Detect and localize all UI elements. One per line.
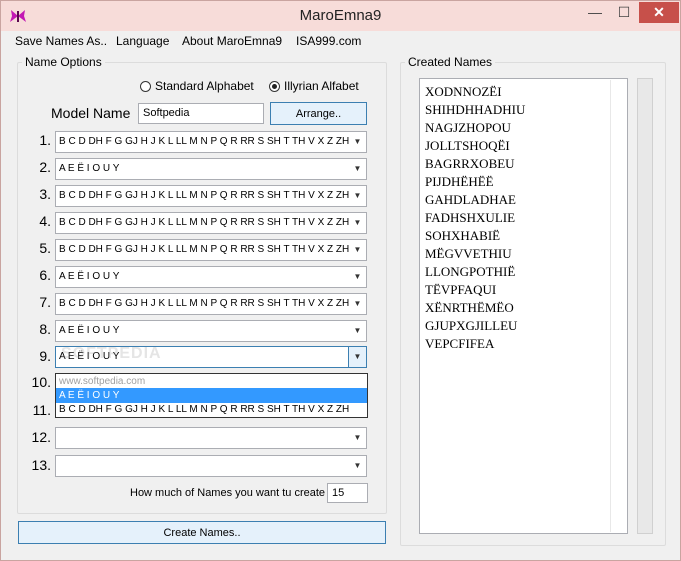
list-item[interactable]: GJUPXGJILLEU [425,318,517,334]
arrange-button[interactable]: Arrange.. [270,102,367,125]
model-name-input[interactable]: Softpedia [138,103,264,124]
chevron-down-icon[interactable]: ▼ [349,428,366,448]
dropdown-list: www.softpedia.com A E Ë I O U Y B C D DH… [55,373,368,418]
letter-set-combo[interactable]: B C D DH F G GJ H J K L LL M N P Q R RR … [55,212,367,234]
list-item[interactable]: FADHSHXULIE [425,210,515,226]
chevron-down-icon[interactable]: ▼ [348,347,366,367]
row-number: 13. [31,457,51,473]
chevron-down-icon[interactable]: ▼ [349,267,366,287]
chevron-down-icon[interactable]: ▼ [349,186,366,206]
dropdown-option-consonants[interactable]: B C D DH F G GJ H J K L LL M N P Q R RR … [56,402,367,417]
list-item[interactable]: PIJDHËHËË [425,174,494,190]
radio-checked-icon [269,80,280,92]
radio-standard-label: Standard Alphabet [155,79,254,93]
row-number: 1. [39,132,51,148]
row-number: 6. [39,267,51,283]
letter-set-combo[interactable]: B C D DH F G GJ H J K L LL M N P Q R RR … [55,239,367,261]
menu-bar: Save Names As.. Language About MaroEmna9… [1,31,680,52]
row-number: 3. [39,186,51,202]
close-button[interactable]: ✕ [639,2,679,23]
row-number: 12. [31,429,51,445]
chevron-down-icon[interactable]: ▼ [349,132,366,152]
row-number: 11. [32,402,51,418]
row-number: 8. [39,321,51,337]
window-title: MaroEmna9 [299,7,382,24]
row-number: 4. [39,213,51,229]
list-scrollbar[interactable] [610,80,626,532]
combo-value: B C D DH F G GJ H J K L LL M N P Q R RR … [59,136,350,147]
letter-set-combo[interactable]: ▼ [55,455,367,477]
chevron-down-icon[interactable]: ▼ [349,321,366,341]
radio-standard-alphabet[interactable]: Standard Alphabet [140,78,254,94]
name-options-legend: Name Options [22,55,105,69]
vertical-scrollbar[interactable] [637,78,653,534]
menu-language[interactable]: Language [116,34,169,48]
letter-set-combo[interactable]: B C D DH F G GJ H J K L LL M N P Q R RR … [55,293,367,315]
list-item[interactable]: VEPCFIFEA [425,336,494,352]
created-names-legend: Created Names [405,55,496,69]
minimize-button[interactable]: — [581,2,609,23]
row-number: 10. [31,374,51,390]
row-number: 2. [39,159,51,175]
list-item[interactable]: LLONGPOTHIË [425,264,515,280]
row-number: 5. [39,240,51,256]
chevron-down-icon[interactable]: ▼ [349,294,366,314]
letter-set-combo[interactable]: B C D DH F G GJ H J K L LL M N P Q R RR … [55,131,367,153]
chevron-down-icon[interactable]: ▼ [349,456,366,476]
dropdown-hint: www.softpedia.com [59,376,146,387]
letter-set-combo[interactable]: A E Ë I O U Y ▼ [55,266,367,288]
chevron-down-icon[interactable]: ▼ [349,213,366,233]
row-number: 9. [39,348,51,364]
list-item[interactable]: SHIHDHHADHIU [425,102,525,118]
combo-value: B C D DH F G GJ H J K L LL M N P Q R RR … [59,190,350,201]
list-item[interactable]: XODNNOZËI [425,84,502,100]
list-item[interactable]: XËNRTHËMËO [425,300,514,316]
count-label: How much of Names you want tu create [130,487,326,499]
combo-value: A E Ë I O U Y [59,271,120,282]
list-item[interactable]: GAHDLADHAE [425,192,516,208]
app-window: MaroEmna9 — ☐ ✕ Save Names As.. Language… [0,0,681,561]
list-item[interactable]: TËVPFAQUI [425,282,496,298]
radio-unchecked-icon [140,80,151,92]
combo-value: A E Ë I O U Y [59,163,120,174]
combo-value: B C D DH F G GJ H J K L LL M N P Q R RR … [59,217,350,228]
dropdown-option-vowels[interactable]: A E Ë I O U Y [56,388,367,403]
menu-about[interactable]: About MaroEmna9 [182,34,282,48]
letter-set-combo[interactable]: A E Ë I O U Y ▼ [55,320,367,342]
letter-set-combo[interactable]: ▼ [55,427,367,449]
created-names-list[interactable]: XODNNOZËI SHIHDHHADHIU NAGJZHOPOU JOLLTS… [419,78,628,534]
name-count-input[interactable]: 15 [327,483,368,503]
list-item[interactable]: BAGRRXOBEU [425,156,515,172]
radio-illyrian-label: Illyrian Alfabet [284,79,359,93]
combo-value: B C D DH F G GJ H J K L LL M N P Q R RR … [59,298,350,309]
maximize-button[interactable]: ☐ [611,2,637,23]
list-item[interactable]: SOHXHABIË [425,228,500,244]
watermark: SOFTPEDIA [61,345,162,362]
title-bar[interactable]: MaroEmna9 — ☐ ✕ [1,1,680,31]
letter-set-combo[interactable]: A E Ë I O U Y ▼ [55,158,367,180]
menu-isa999[interactable]: ISA999.com [296,34,361,48]
chevron-down-icon[interactable]: ▼ [349,240,366,260]
menu-save-names[interactable]: Save Names As.. [15,34,107,48]
list-item[interactable]: NAGJZHOPOU [425,120,511,136]
list-item[interactable]: MËGVVETHIU [425,246,512,262]
letter-set-combo[interactable]: B C D DH F G GJ H J K L LL M N P Q R RR … [55,185,367,207]
create-names-button[interactable]: Create Names.. [18,521,386,544]
chevron-down-icon[interactable]: ▼ [349,159,366,179]
row-number: 7. [39,294,51,310]
combo-value: A E Ë I O U Y [59,325,120,336]
list-item[interactable]: JOLLTSHOQËI [425,138,510,154]
combo-value: B C D DH F G GJ H J K L LL M N P Q R RR … [59,244,350,255]
radio-illyrian-alfabet[interactable]: Illyrian Alfabet [269,78,359,94]
model-name-label: Model Name [51,105,131,121]
